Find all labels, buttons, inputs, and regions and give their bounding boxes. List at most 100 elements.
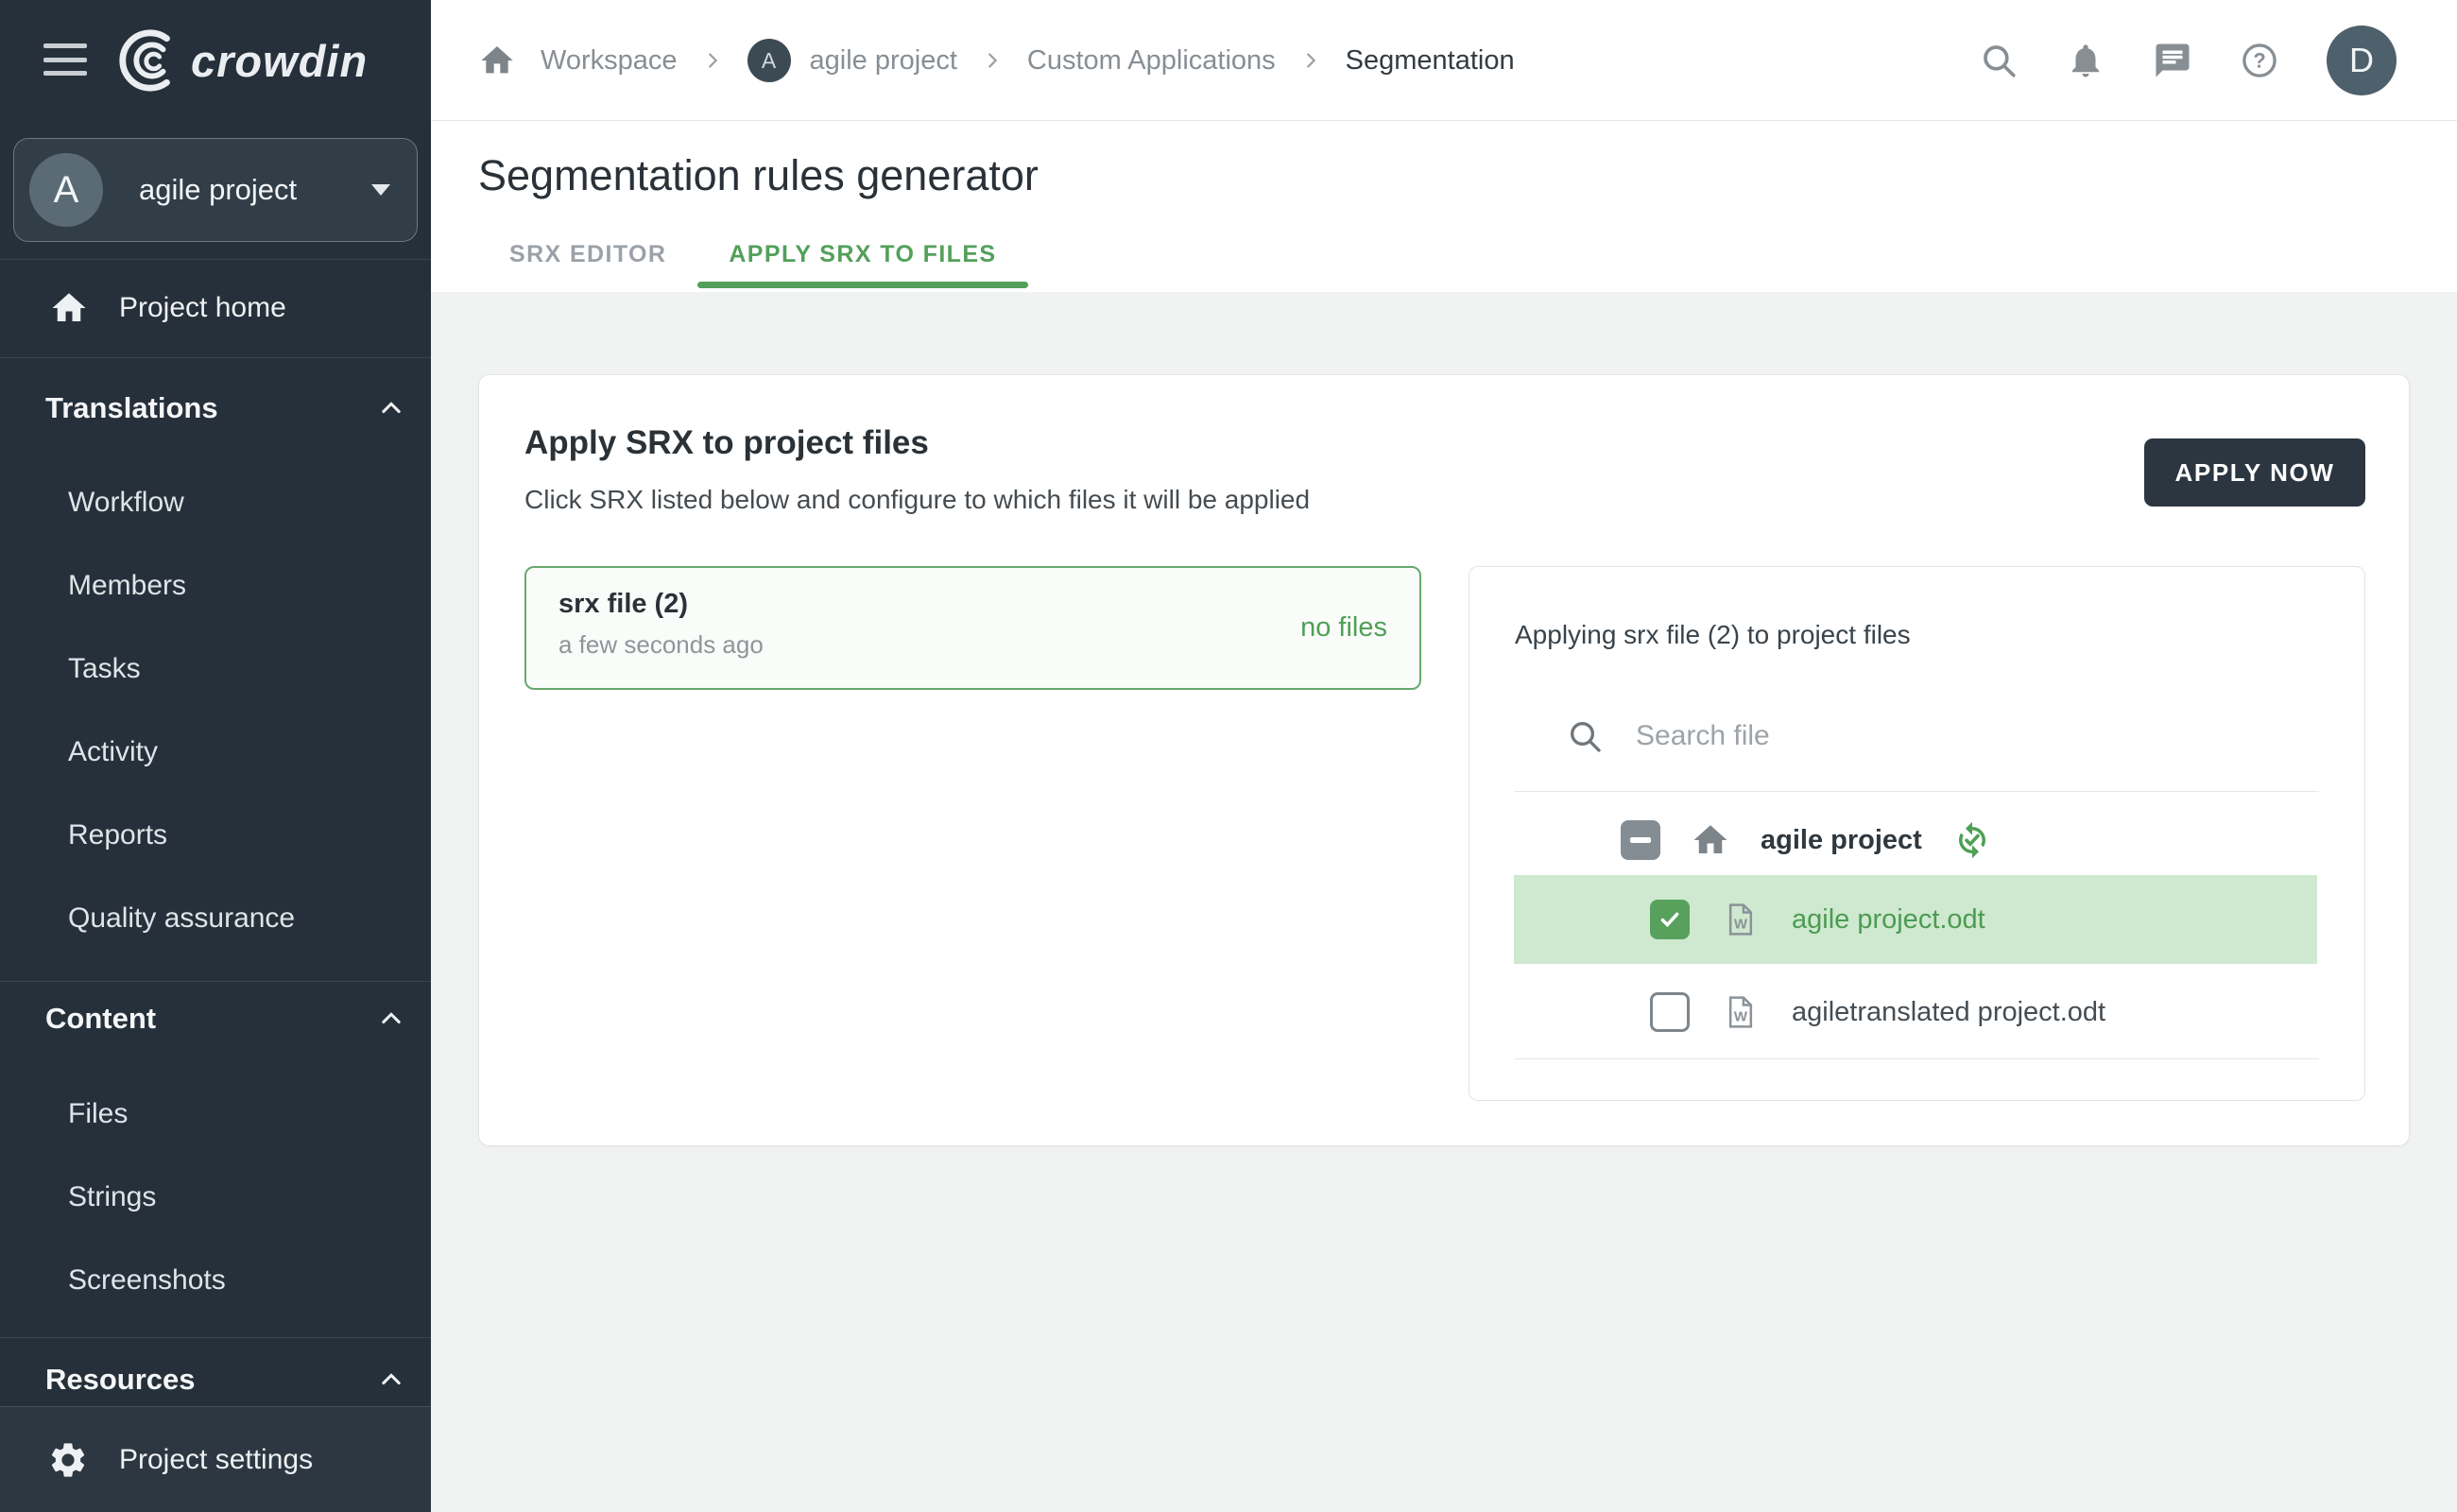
sync-check-icon[interactable] — [1952, 820, 1992, 860]
tree-root-label: agile project — [1761, 825, 1922, 856]
chevron-up-icon — [378, 395, 404, 421]
crowdin-logo[interactable]: crowdin — [115, 26, 368, 94]
crowdin-logo-icon — [115, 27, 181, 94]
sidebar-section-content[interactable]: Content — [0, 994, 431, 1043]
chevron-right-icon — [1300, 50, 1321, 71]
sidebar-item-label: Tasks — [68, 653, 141, 685]
word-file-icon: W — [1722, 993, 1760, 1031]
topbar-actions: ? D — [1979, 0, 2397, 121]
main-content: Apply SRX to project files Click SRX lis… — [431, 292, 2457, 1512]
card-description: Click SRX listed below and configure to … — [524, 485, 1310, 515]
sidebar: crowdin A agile project Project home Tra… — [0, 0, 431, 1512]
sidebar-item-label: Reports — [68, 819, 167, 851]
chat-icon[interactable] — [2153, 41, 2192, 80]
sidebar-item-label: Screenshots — [68, 1264, 226, 1297]
section-label: Translations — [45, 391, 218, 425]
search-icon — [1566, 717, 1604, 755]
user-avatar[interactable]: D — [2327, 26, 2397, 95]
breadcrumb-item-project[interactable]: agile project — [810, 45, 957, 77]
sidebar-item-project-settings[interactable]: Project settings — [0, 1406, 431, 1512]
chevron-up-icon — [378, 1366, 404, 1393]
sidebar-item-files[interactable]: Files — [0, 1088, 431, 1141]
topbar: Workspace A agile project Custom Applica… — [431, 0, 2457, 121]
sidebar-item-label: Members — [68, 570, 186, 602]
bell-icon[interactable] — [2066, 41, 2105, 80]
sidebar-item-label: Files — [68, 1098, 128, 1130]
hamburger-menu-icon[interactable] — [43, 43, 87, 76]
gear-icon — [47, 1439, 89, 1481]
srx-file-item[interactable]: srx file (2) a few seconds ago no files — [524, 566, 1421, 690]
page-head: Segmentation rules generator SRX EDITOR … — [431, 121, 2457, 292]
home-icon — [49, 288, 89, 328]
srx-file-title: srx file (2) — [558, 589, 688, 620]
search-icon[interactable] — [1979, 41, 2019, 80]
sidebar-item-members[interactable]: Members — [0, 559, 431, 612]
section-label: Content — [45, 1002, 156, 1036]
sidebar-item-tasks[interactable]: Tasks — [0, 643, 431, 696]
file-row-agile-project-odt[interactable]: W agile project.odt — [1514, 875, 2317, 964]
chevron-right-icon — [982, 50, 1003, 71]
file-label: agile project.odt — [1792, 904, 1985, 936]
root-checkbox-indeterminate[interactable] — [1621, 820, 1660, 860]
divider — [0, 1337, 431, 1338]
sidebar-item-label: Project settings — [119, 1444, 313, 1476]
sidebar-item-screenshots[interactable]: Screenshots — [0, 1254, 431, 1307]
file-label: agiletranslated project.odt — [1792, 997, 2105, 1028]
sidebar-item-label: Activity — [68, 736, 158, 768]
sidebar-item-label: Strings — [68, 1181, 156, 1213]
chevron-down-icon — [371, 184, 390, 196]
apply-srx-card: Apply SRX to project files Click SRX lis… — [478, 374, 2410, 1146]
card-heading: Apply SRX to project files — [524, 424, 929, 462]
chevron-up-icon — [378, 1005, 404, 1032]
sidebar-item-project-home[interactable]: Project home — [0, 279, 431, 337]
breadcrumb-item-workspace[interactable]: Workspace — [541, 45, 678, 77]
svg-text:W: W — [1734, 917, 1748, 933]
screen: crowdin A agile project Project home Tra… — [0, 0, 2457, 1512]
sidebar-item-label: Quality assurance — [68, 902, 295, 935]
tab-apply-srx-to-files[interactable]: APPLY SRX TO FILES — [697, 220, 1027, 288]
project-avatar: A — [29, 153, 103, 227]
divider — [0, 357, 431, 358]
svg-text:?: ? — [2253, 49, 2265, 73]
divider — [0, 259, 431, 260]
breadcrumb: Workspace A agile project Custom Applica… — [478, 0, 1515, 121]
checkbox-unchecked[interactable] — [1650, 992, 1690, 1032]
files-panel-heading: Applying srx file (2) to project files — [1515, 620, 1911, 650]
breadcrumb-item-segmentation: Segmentation — [1346, 45, 1515, 77]
apply-now-button[interactable]: APPLY NOW — [2144, 438, 2365, 507]
divider — [0, 981, 431, 982]
srx-file-updated: a few seconds ago — [558, 630, 764, 660]
breadcrumb-project-avatar: A — [747, 39, 791, 82]
sidebar-section-resources[interactable]: Resources — [0, 1355, 431, 1404]
tab-bar: SRX EDITOR APPLY SRX TO FILES — [478, 220, 1028, 288]
file-row-agiletranslated-project-odt[interactable]: W agiletranslated project.odt — [1514, 968, 2317, 1057]
breadcrumb-item-custom-applications[interactable]: Custom Applications — [1027, 45, 1276, 77]
sidebar-item-reports[interactable]: Reports — [0, 809, 431, 862]
checkbox-checked[interactable] — [1650, 900, 1690, 939]
files-panel: Applying srx file (2) to project files a… — [1469, 566, 2365, 1101]
sidebar-section-translations[interactable]: Translations — [0, 384, 431, 433]
home-icon[interactable] — [478, 42, 516, 79]
page-title: Segmentation rules generator — [478, 151, 1039, 200]
srx-files-badge: no files — [1300, 568, 1387, 688]
file-search — [1515, 680, 2319, 792]
sidebar-item-activity[interactable]: Activity — [0, 726, 431, 779]
word-file-icon: W — [1722, 901, 1760, 938]
sidebar-item-strings[interactable]: Strings — [0, 1171, 431, 1224]
sidebar-item-workflow[interactable]: Workflow — [0, 476, 431, 529]
chevron-right-icon — [702, 50, 723, 71]
crowdin-logo-word: crowdin — [191, 35, 368, 87]
sidebar-item-label: Project home — [119, 292, 286, 324]
home-icon — [1691, 820, 1730, 860]
project-switcher[interactable]: A agile project — [13, 138, 418, 242]
tree-root-row[interactable]: agile project — [1515, 811, 2319, 869]
sidebar-item-quality-assurance[interactable]: Quality assurance — [0, 892, 431, 945]
tab-srx-editor[interactable]: SRX EDITOR — [478, 220, 697, 288]
svg-text:W: W — [1734, 1009, 1748, 1025]
help-icon[interactable]: ? — [2240, 41, 2279, 80]
section-label: Resources — [45, 1363, 196, 1397]
sidebar-item-label: Workflow — [68, 487, 184, 519]
file-search-input[interactable] — [1636, 720, 2163, 752]
divider — [1515, 1058, 2319, 1059]
project-name: agile project — [139, 173, 371, 207]
